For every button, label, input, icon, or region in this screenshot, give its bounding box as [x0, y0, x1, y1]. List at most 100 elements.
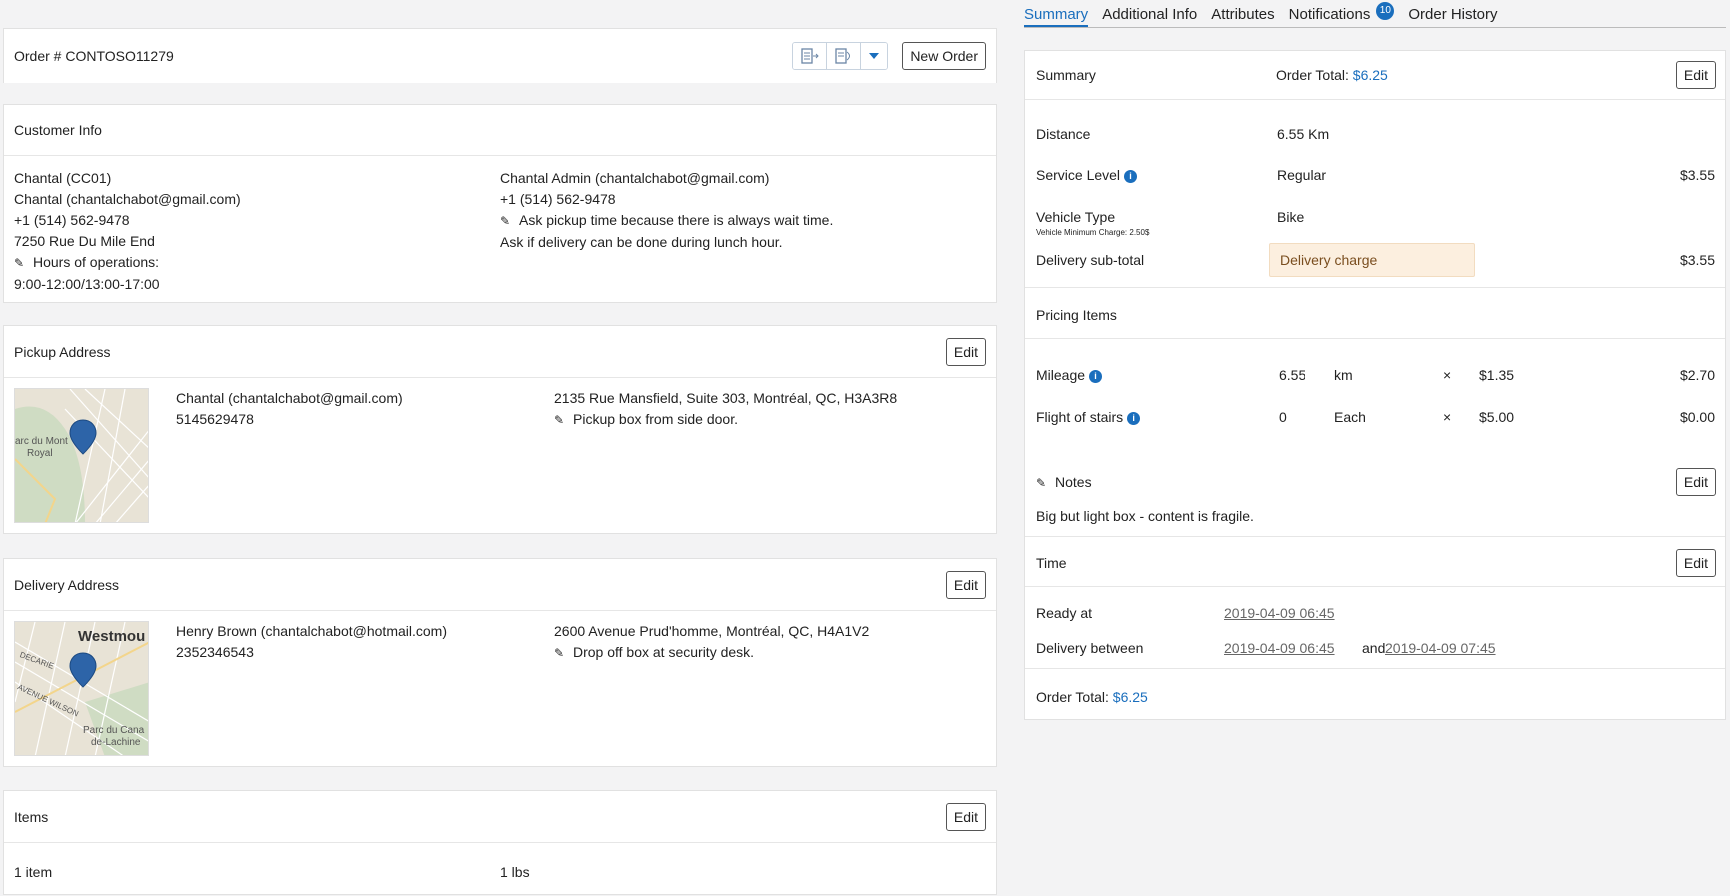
stairs-rate: $5.00 — [1479, 409, 1515, 425]
time-edit-button[interactable]: Edit — [1675, 549, 1716, 577]
items-panel: Items Edit 1 item 1 lbs — [3, 790, 997, 895]
map-label: arc du Mont — [15, 436, 68, 447]
ready-at-date[interactable]: 2019-04-09 06:45 — [1224, 605, 1335, 621]
order-header: Order # CONTOSO11279 New Order — [3, 28, 997, 83]
items-count: 1 item — [14, 864, 53, 880]
map-label: Royal — [27, 448, 53, 459]
customer-note-line: ✎ Ask pickup time because there is always… — [500, 210, 986, 232]
stairs-label: Flight of stairs — [1036, 409, 1124, 425]
mileage-label: Mileage — [1036, 367, 1086, 383]
summary-panel: Summary Order Total: $6.25 Edit Distance… — [1024, 50, 1726, 720]
service-level-label-wrap: Service Level i — [1036, 167, 1138, 183]
stairs-unit: Each — [1334, 409, 1366, 425]
subtotal-label: Delivery sub-total — [1036, 252, 1145, 268]
tab-attributes[interactable]: Attributes — [1211, 6, 1274, 27]
tab-additional-info[interactable]: Additional Info — [1102, 6, 1197, 27]
notes-text: Big but light box - content is fragile. — [1036, 508, 1254, 524]
stairs-label-wrap: Flight of stairs i — [1036, 409, 1141, 425]
pickup-note-line: ✎ Pickup box from side door. — [554, 409, 897, 431]
order-actions-group — [792, 42, 889, 70]
customer-info-title: Customer Info — [14, 122, 102, 138]
map-pin-icon — [69, 419, 97, 455]
notes-edit-button[interactable]: Edit — [1675, 468, 1716, 496]
footer-total-value: $6.25 — [1112, 689, 1148, 705]
subtotal-row: Delivery sub-total Delivery charge $3.55 — [1025, 242, 1725, 278]
delivery-map[interactable]: Westmou DECARIE AVENUE WILSON Parc du Ca… — [14, 621, 149, 756]
customer-info-header: Customer Info — [4, 105, 996, 156]
summary-header: Summary Order Total: $6.25 Edit — [1025, 51, 1725, 98]
info-icon[interactable]: i — [1124, 169, 1138, 183]
notes-label: Notes — [1055, 474, 1092, 490]
hours-label: Hours of operations: — [33, 254, 160, 270]
new-order-button[interactable]: New Order — [902, 42, 986, 70]
pickup-address-panel: Pickup Address Edit arc du Mont Royal Ch… — [3, 325, 997, 534]
mileage-label-wrap: Mileage i — [1036, 367, 1103, 383]
notes-label-wrap: ✎ Notes — [1036, 474, 1092, 490]
customer-line: Chantal (CC01) — [14, 170, 112, 186]
items-edit-button[interactable]: Edit — [945, 802, 986, 831]
delivery-contact: Henry Brown (chantalchabot@hotmail.com) … — [149, 621, 554, 756]
vehicle-type-row: Vehicle Type Bike — [1025, 207, 1725, 227]
customer-line: 7250 Rue Du Mile End — [14, 233, 155, 249]
footer-total-label: Order Total: — [1036, 689, 1109, 705]
footer-total: Order Total: $6.25 — [1036, 689, 1148, 705]
delivery-between-row: Delivery between 2019-04-09 06:45 and 20… — [1025, 638, 1725, 658]
tab-order-history[interactable]: Order History — [1408, 6, 1497, 27]
tab-notifications[interactable]: Notifications 10 — [1288, 1, 1395, 27]
more-actions-dropdown[interactable] — [861, 43, 888, 69]
pickup-header: Pickup Address Edit — [4, 326, 996, 378]
export-label-button[interactable] — [827, 43, 862, 69]
export-list-button[interactable] — [793, 43, 828, 69]
notifications-count-badge: 10 — [1376, 1, 1395, 20]
summary-edit-button[interactable]: Edit — [1675, 60, 1716, 89]
caret-down-icon — [869, 53, 880, 59]
tab-bar: Summary Additional Info Attributes Notif… — [1024, 0, 1726, 28]
list-export-icon — [801, 48, 819, 64]
stairs-amount: $0.00 — [1679, 409, 1715, 425]
info-icon[interactable]: i — [1089, 369, 1103, 383]
pencil-icon: ✎ — [500, 214, 511, 228]
delivery-title: Delivery Address — [14, 576, 120, 593]
items-weight: 1 lbs — [500, 864, 530, 880]
time-label: Time — [1036, 555, 1067, 571]
order-tools: New Order — [792, 42, 986, 70]
app: Order # CONTOSO11279 New Order Customer … — [0, 0, 1730, 896]
tab-notifications-label: Notifications — [1288, 6, 1371, 23]
mileage-qty-input[interactable]: 6.55 — [1279, 367, 1305, 383]
vehicle-min-row: Vehicle Minimum Charge: 2.50$ — [1025, 226, 1725, 238]
vehicle-min-charge: Vehicle Minimum Charge: 2.50$ — [1036, 227, 1150, 237]
distance-label: Distance — [1036, 126, 1091, 142]
pickup-edit-button[interactable]: Edit — [945, 337, 986, 366]
tab-summary[interactable]: Summary — [1024, 6, 1089, 27]
map-label: Westmou — [78, 628, 146, 645]
delivery-from-date[interactable]: 2019-04-09 06:45 — [1224, 640, 1335, 656]
delivery-note: Drop off box at security desk. — [573, 644, 755, 660]
hours-value: 9:00-12:00/13:00-17:00 — [14, 276, 160, 292]
notes-text-row: Big but light box - content is fragile. — [1025, 506, 1725, 526]
info-icon[interactable]: i — [1127, 411, 1141, 425]
pricing-items-label: Pricing Items — [1036, 307, 1117, 323]
ready-at-label: Ready at — [1036, 605, 1093, 621]
delivery-to-date[interactable]: 2019-04-09 07:45 — [1385, 640, 1496, 656]
map-label: Parc du Cana — [83, 725, 145, 736]
stairs-qty-input[interactable]: 0 — [1279, 409, 1287, 425]
delivery-header: Delivery Address Edit — [4, 559, 996, 611]
map-pin-icon — [69, 652, 97, 688]
pickup-map[interactable]: arc du Mont Royal — [14, 388, 149, 523]
vehicle-type-value: Bike — [1277, 209, 1305, 225]
delivery-note-line: ✎ Drop off box at security desk. — [554, 642, 869, 664]
order-total-value: $6.25 — [1352, 66, 1388, 83]
mileage-rate: $1.35 — [1479, 367, 1515, 383]
pricing-items-row: Pricing Items — [1025, 305, 1725, 325]
subtotal-amount: $3.55 — [1679, 252, 1715, 268]
and-label: and — [1362, 640, 1386, 656]
delivery-address-line: 2600 Avenue Prud'homme, Montréal, QC, H4… — [554, 623, 870, 639]
times-sign: × — [1443, 409, 1452, 425]
pencil-icon: ✎ — [554, 646, 565, 660]
delivery-edit-button[interactable]: Edit — [945, 570, 986, 599]
distance-value: 6.55 Km — [1277, 126, 1330, 142]
label-export-icon — [835, 48, 850, 64]
vehicle-type-label: Vehicle Type — [1036, 209, 1116, 225]
delivery-between-label: Delivery between — [1036, 640, 1144, 656]
pickup-title: Pickup Address — [14, 343, 111, 360]
